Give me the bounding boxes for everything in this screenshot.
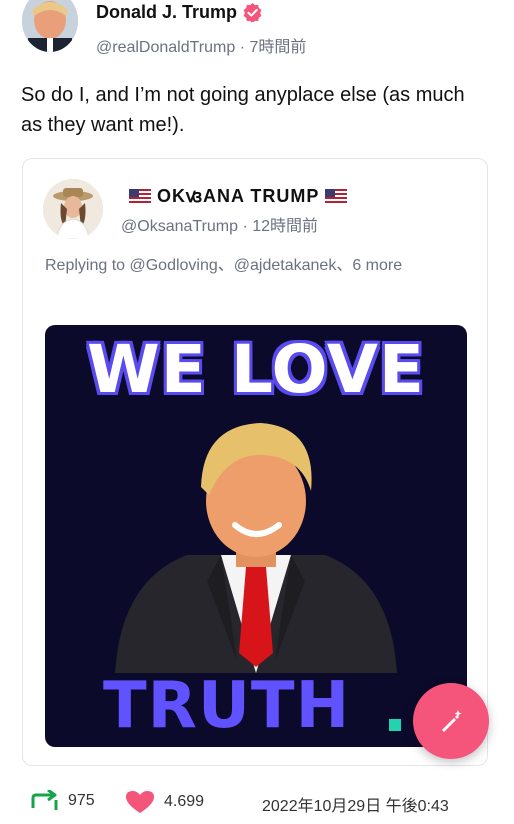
retruth-stat[interactable]: 975: [30, 790, 95, 812]
like-count: 4.699: [164, 793, 205, 810]
quoted-author-avatar[interactable]: [43, 179, 103, 239]
image-brand-dot: [389, 719, 401, 731]
quoted-author-name[interactable]: OKꟃANA TRUMP: [157, 184, 319, 208]
post-header: Donald J. Trump @realDonaldTrump · 7時間前: [20, 0, 500, 60]
quoted-post-image[interactable]: WE LOVE TRUTH: [45, 325, 467, 747]
verified-badge-icon: [243, 3, 262, 22]
time-separator: ·: [238, 218, 253, 235]
quoted-post-time: 12時間前: [252, 218, 319, 235]
heart-icon: [126, 791, 154, 813]
post-timestamp: 2022年10月29日 午後0:43: [262, 798, 449, 815]
author-avatar[interactable]: [22, 0, 78, 52]
post-stats-bar: 975 4.699 2022年10月29日 午後0:43: [0, 784, 514, 820]
us-flag-icon: [325, 188, 348, 204]
replying-to-text[interactable]: Replying to @Godloving、@ajdetakanek、6 mo…: [45, 253, 465, 278]
author-handle[interactable]: @realDonaldTrump: [96, 39, 235, 56]
us-flag-icon: [129, 188, 151, 204]
quoted-author-name-row: OKꟃANA TRUMP: [123, 184, 353, 208]
portrait-figure: [115, 423, 397, 673]
quoted-author-handle[interactable]: @OksanaTrump: [121, 218, 238, 235]
like-stat[interactable]: 4.699: [124, 790, 204, 814]
time-separator: ·: [235, 39, 250, 56]
quoted-author-handle-row: @OksanaTrump · 12時間前: [121, 212, 318, 236]
image-text-top: WE LOVE: [86, 331, 426, 408]
retruth-icon: [31, 790, 58, 810]
post-time: 7時間前: [249, 39, 307, 56]
author-name[interactable]: Donald J. Trump: [96, 2, 237, 23]
image-text-bottom: TRUTH: [103, 669, 351, 743]
compose-button[interactable]: [413, 683, 489, 759]
retruth-count: 975: [68, 792, 95, 809]
compose-icon: [442, 710, 462, 732]
quoted-post-card[interactable]: OKꟃANA TRUMP @OksanaTrump · 12時間前 Replyi…: [22, 158, 488, 766]
post-text: So do I, and I’m not going anyplace else…: [21, 84, 465, 136]
author-handle-row: @realDonaldTrump · 7時間前: [96, 33, 306, 57]
